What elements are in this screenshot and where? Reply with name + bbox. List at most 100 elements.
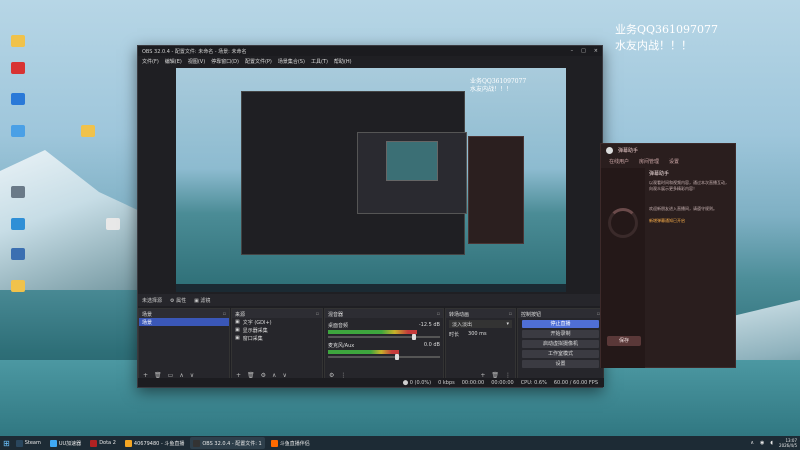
- menu-help[interactable]: 帮助(H): [334, 58, 352, 65]
- scene-item[interactable]: 场景: [139, 318, 229, 326]
- avatar: [606, 146, 613, 154]
- nested-watermark: 业务QQ361097077 水友内战！！！: [470, 78, 526, 94]
- menu-view[interactable]: 视图(V): [188, 58, 205, 65]
- stop-streaming-button[interactable]: 停止直播: [522, 320, 599, 328]
- filters-button[interactable]: ▣ 滤镜: [194, 297, 210, 304]
- watermark-line1: 业务QQ361097077: [615, 23, 719, 36]
- source-item[interactable]: ▣ 窗口采集: [232, 334, 322, 342]
- dock-close-icon[interactable]: ▫: [509, 311, 512, 317]
- desktop-icon[interactable]: [100, 218, 126, 244]
- watermark-line2: 水友内战！！！: [615, 39, 692, 52]
- menu-scene-collection[interactable]: 场景集合(S): [278, 58, 305, 65]
- desktop-icon[interactable]: [5, 280, 31, 306]
- fps: 60.00 / 60.00 FPS: [553, 379, 598, 386]
- desktop-icon[interactable]: [5, 35, 31, 61]
- menu-bar: 文件(F) 编辑(E) 视图(V) 停靠窗口(D) 配置文件(P) 场景集合(S…: [138, 56, 602, 66]
- chat-line: 欢迎新朋友进入直播间，请遵守规则。: [649, 206, 717, 211]
- app-icon: [106, 218, 120, 230]
- desktop-icon[interactable]: [5, 62, 31, 88]
- virtual-camera-button[interactable]: 启动虚拟摄像机: [522, 340, 599, 348]
- app-icon: [11, 125, 25, 137]
- tab-settings[interactable]: 设置: [669, 158, 679, 165]
- obs-window[interactable]: OBS 32.0.4 - 配置文件: 未命名 - 场景: 未命名 – □ × 文…: [137, 45, 604, 388]
- close-button[interactable]: ×: [594, 48, 598, 54]
- track-name: 麦克风/Aux: [328, 342, 355, 349]
- transition-select[interactable]: 淡入淡出 ▾: [449, 320, 512, 328]
- volume-icon[interactable]: ◖: [770, 440, 773, 446]
- taskbar-item[interactable]: 斗鱼直播伴侣: [268, 437, 313, 449]
- dock-close-icon[interactable]: ▫: [437, 311, 440, 317]
- chat-tabs: 在线用户 房间管理 设置: [601, 156, 735, 166]
- danmaku-window[interactable]: 弹幕助手 在线用户 房间管理 设置 弹幕助手 以观看时间和视频内容，通过本次直播…: [600, 143, 736, 368]
- taskbar-item[interactable]: OBS 32.0.4 - 配置文件: 1: [190, 437, 265, 449]
- controls-dock: 控制按钮 ▫ 停止直播 开始录制 启动虚拟摄像机 工作室模式 设置: [517, 308, 604, 380]
- obs-title: OBS 32.0.4 - 配置文件: 未命名 - 场景: 未命名: [142, 48, 247, 55]
- tray-chevron-icon[interactable]: ∧: [750, 440, 754, 446]
- app-icon: [124, 439, 132, 447]
- clock[interactable]: 13:07 2026/4/5: [779, 438, 797, 448]
- chat-highlight: 新增弹幕通知已开启: [649, 218, 685, 223]
- nested-obs-inner2: [386, 141, 438, 181]
- scene-label: 场景: [142, 319, 153, 326]
- slider-handle[interactable]: [395, 354, 400, 360]
- no-source-label: 未选择源: [142, 297, 163, 304]
- dock-close-icon[interactable]: ▫: [316, 311, 319, 317]
- dock-close-icon[interactable]: ▫: [223, 311, 226, 317]
- transition-duration[interactable]: 时长 300 ms: [446, 330, 515, 338]
- track-name: 桌面音频: [328, 322, 349, 329]
- studio-mode-button[interactable]: 工作室模式: [522, 350, 599, 358]
- mixer-dock: 混音器 ▫ 桌面音频 -12.5 dB 麦克风/Aux 0.0 dB ⚙ ⋮: [324, 308, 444, 380]
- slider-handle[interactable]: [412, 334, 416, 340]
- nested-obs-inner: [357, 132, 467, 214]
- tab-online-users[interactable]: 在线用户: [609, 158, 629, 165]
- menu-tools[interactable]: 工具(T): [311, 58, 328, 65]
- taskbar-item[interactable]: Steam: [13, 437, 44, 449]
- taskbar-label: OBS 32.0.4 - 配置文件: 1: [202, 440, 262, 447]
- taskbar-item[interactable]: 40679480 - 斗鱼直播: [122, 437, 187, 449]
- nested-obs-window: [241, 91, 467, 255]
- app-icon: [11, 35, 25, 47]
- menu-profile[interactable]: 配置文件(P): [245, 58, 272, 65]
- desktop-icon[interactable]: [75, 125, 101, 151]
- taskbar-item[interactable]: Dota 2: [87, 437, 119, 449]
- track-db: -12.5 dB: [418, 322, 440, 328]
- tab-room-manage[interactable]: 房间管理: [639, 158, 659, 165]
- taskbar-item[interactable]: UU加速器: [47, 437, 84, 449]
- volume-slider[interactable]: [328, 334, 440, 340]
- taskbar-label: Steam: [24, 440, 41, 446]
- desktop-icon[interactable]: [5, 218, 31, 244]
- volume-slider[interactable]: [328, 354, 440, 360]
- preview-canvas[interactable]: 业务QQ361097077 水友内战！！！: [176, 68, 566, 292]
- desktop-icon[interactable]: [5, 248, 31, 274]
- maximize-button[interactable]: □: [581, 48, 586, 54]
- obs-titlebar[interactable]: OBS 32.0.4 - 配置文件: 未命名 - 场景: 未命名 – □ ×: [138, 46, 602, 56]
- menu-edit[interactable]: 编辑(E): [165, 58, 182, 65]
- transitions-title: 转场动画: [449, 312, 470, 318]
- minimize-button[interactable]: –: [571, 48, 574, 54]
- menu-file[interactable]: 文件(F): [142, 58, 159, 65]
- source-toolbar: 未选择源 ⚙ 属性 ▣ 滤镜: [138, 294, 604, 306]
- taskbar-label: 斗鱼直播伴侣: [279, 440, 310, 447]
- transition-type: 淡入淡出: [452, 321, 473, 328]
- chevron-down-icon: ▾: [506, 321, 509, 327]
- start-icon[interactable]: ⊞: [3, 439, 10, 448]
- properties-button[interactable]: ⚙ 属性: [170, 297, 186, 304]
- settings-button[interactable]: 设置: [522, 360, 599, 368]
- desktop-icon[interactable]: [5, 125, 31, 151]
- start-recording-button[interactable]: 开始录制: [522, 330, 599, 338]
- mixer-track: 桌面音频 -12.5 dB: [325, 321, 443, 340]
- source-icon: ▣: [235, 335, 240, 341]
- mixer-title: 混音器: [328, 312, 344, 318]
- menu-docks[interactable]: 停靠窗口(D): [211, 58, 239, 65]
- desktop-icon[interactable]: [5, 186, 31, 212]
- taskbar-label: 40679480 - 斗鱼直播: [133, 440, 185, 447]
- desktop-icon[interactable]: [5, 93, 31, 119]
- duration-label: 时长: [449, 331, 460, 338]
- app-icon: [81, 125, 95, 137]
- chat-save-button[interactable]: 保存: [607, 336, 641, 346]
- status-bar: ⬤ 0 (0.0%) 0 kbps 00:00:00 00:00:00 CPU:…: [138, 378, 604, 387]
- source-item[interactable]: ▣ 显示器采集: [232, 326, 322, 334]
- network-icon[interactable]: ◉: [760, 440, 764, 446]
- app-icon: [11, 218, 25, 230]
- source-item[interactable]: ▣ 文字 (GDI+): [232, 318, 322, 326]
